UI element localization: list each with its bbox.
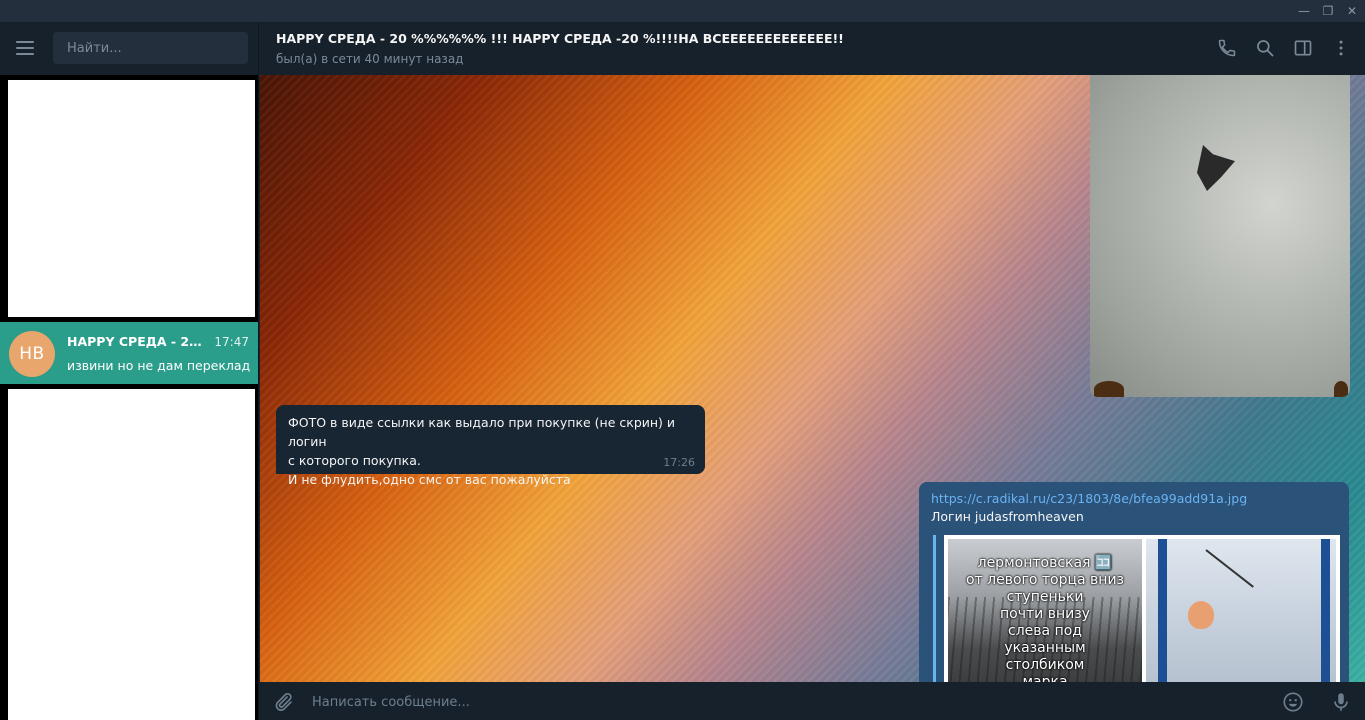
preview-photo-right: [1146, 539, 1336, 682]
sidebar-banner-bottom: [0, 384, 258, 720]
microphone-icon[interactable]: [1330, 691, 1352, 713]
link-preview[interactable]: лермонтовская 🈁 от левого торца вниз сту…: [933, 535, 1340, 682]
maximize-button[interactable]: ❐: [1316, 0, 1340, 22]
close-button[interactable]: ✕: [1340, 0, 1364, 22]
composer: [260, 682, 1365, 720]
link-preview-image[interactable]: лермонтовская 🈁 от левого торца вниз сту…: [944, 535, 1340, 682]
message-time: 17:26: [663, 456, 695, 469]
sidebar-banner-top: [0, 75, 258, 322]
search-icon[interactable]: [1255, 38, 1275, 58]
photo-message[interactable]: [1090, 75, 1350, 397]
hamburger-menu-icon[interactable]: [16, 41, 34, 55]
message-text: Логин judasfromheaven: [931, 509, 1084, 524]
chat-header: HAPPY СРЕДА - 20 %%%%%% !!! HAPPY СРЕДА …: [260, 22, 1365, 75]
sidebar: HB HAPPY СРЕДА - 20 %... 17:47 извини но…: [0, 22, 259, 720]
peer-title[interactable]: HAPPY СРЕДА - 20 %%%%%% !!! HAPPY СРЕДА …: [276, 31, 844, 46]
banner-image: [8, 80, 255, 317]
message-link[interactable]: https://c.radikal.ru/c23/1803/8e/bfea99a…: [931, 490, 1337, 508]
message-text: ФОТО в виде ссылки как выдало при покупк…: [288, 415, 676, 487]
attach-icon[interactable]: [272, 691, 294, 713]
avatar: HB: [9, 331, 55, 377]
message-input[interactable]: [312, 691, 1212, 713]
pointing-hand-icon: [1188, 601, 1214, 629]
chat-name: HAPPY СРЕДА - 20 %...: [67, 334, 207, 349]
more-vertical-icon[interactable]: [1331, 38, 1351, 58]
minimize-button[interactable]: —: [1292, 0, 1316, 22]
outgoing-message[interactable]: https://c.radikal.ru/c23/1803/8e/bfea99a…: [919, 482, 1349, 682]
preview-photo-left: лермонтовская 🈁 от левого торца вниз сту…: [948, 539, 1142, 682]
sidebar-header: [0, 22, 258, 75]
chat-list-item[interactable]: HB HAPPY СРЕДА - 20 %... 17:47 извини но…: [0, 322, 258, 384]
preview-caption: лермонтовская 🈁 от левого торца вниз сту…: [965, 555, 1125, 682]
chat-history[interactable]: ФОТО в виде ссылки как выдало при покупк…: [260, 75, 1365, 682]
emoji-icon[interactable]: [1282, 691, 1304, 713]
sidebar-toggle-icon[interactable]: [1293, 38, 1313, 58]
window-titlebar: — ❐ ✕: [0, 0, 1365, 22]
chat-preview: извини но не дам переклад: [67, 358, 251, 373]
peer-status: был(а) в сети 40 минут назад: [276, 52, 464, 66]
search-input[interactable]: [53, 32, 248, 64]
banner-image: [8, 389, 255, 720]
phone-icon[interactable]: [1217, 38, 1237, 58]
incoming-message[interactable]: ФОТО в виде ссылки как выдало при покупк…: [276, 405, 705, 487]
chat-time: 17:47: [214, 335, 249, 349]
